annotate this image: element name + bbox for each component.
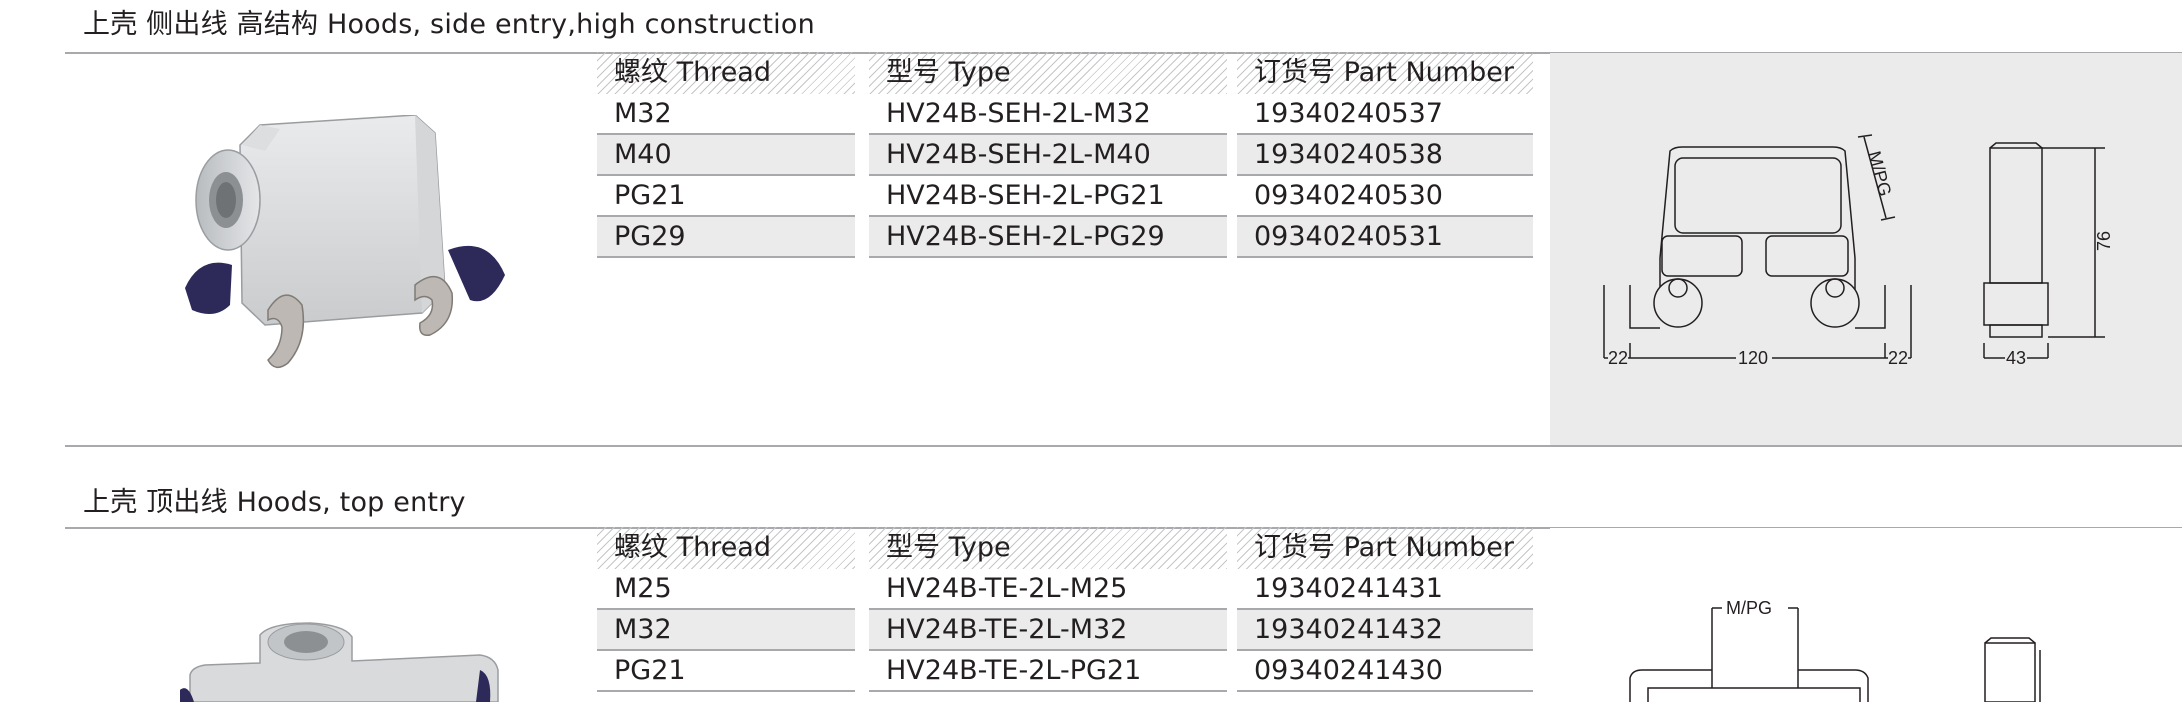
table-row-thread: PG29 [597, 217, 855, 258]
header-type: 型号 Type [869, 527, 1227, 569]
table-row-type: HV24B-TE-2L-M32 [869, 610, 1227, 651]
table-row-part-number: 19340240538 [1237, 135, 1533, 176]
header-part-number: 订货号 Part Number [1237, 527, 1533, 569]
dimension-drawing-top-entry: M/PG [1629, 598, 2041, 703]
dimension-label-left: 22 [1608, 348, 1628, 368]
table-row-thread: M40 [597, 135, 855, 176]
dimension-label-thread: M/PG [1726, 598, 1772, 618]
table-row-thread: M25 [597, 569, 855, 610]
dimension-label-width: 120 [1738, 348, 1768, 368]
header-type: 型号 Type [869, 52, 1227, 94]
section-title-side-entry: 上壳 侧出线 高结构 Hoods, side entry,high constr… [83, 9, 815, 40]
spec-table-side-entry: 螺纹 Thread 型号 Type 订货号 Part Number M32 HV… [597, 52, 1533, 262]
table-row-thread: PG21 [597, 176, 855, 217]
section-title-top-entry: 上壳 顶出线 Hoods, top entry [83, 487, 466, 518]
technical-drawing-panel: M/PG [1550, 528, 2182, 703]
table-row-thread: M32 [597, 94, 855, 135]
table-row-type: HV24B-TE-2L-M25 [869, 569, 1227, 610]
dimension-label-thread: M/PG [1864, 149, 1895, 199]
dimension-drawing-side-entry: 22 120 22 43 76 M/PG [1603, 134, 2114, 368]
table-row-thread: M32 [597, 610, 855, 651]
section-divider [65, 445, 2182, 447]
header-thread: 螺纹 Thread [597, 52, 855, 94]
table-row-part-number: 19340241432 [1237, 610, 1533, 651]
table-row-type: HV24B-TE-2L-PG21 [869, 651, 1227, 692]
hood-side-entry-photo [185, 115, 505, 369]
technical-drawing-panel: 22 120 22 43 76 M/PG [1550, 53, 2182, 445]
table-row-part-number: 09340241430 [1237, 651, 1533, 692]
hood-top-entry-photo [180, 622, 499, 702]
table-row-type: HV24B-SEH-2L-PG29 [869, 217, 1227, 258]
table-row-part-number: 19340241431 [1237, 569, 1533, 610]
table-row-type: HV24B-SEH-2L-M40 [869, 135, 1227, 176]
table-row-part-number: 19340240537 [1237, 94, 1533, 135]
table-row-type: HV24B-SEH-2L-PG21 [869, 176, 1227, 217]
dimension-label-height: 76 [2094, 231, 2114, 251]
spec-table-top-entry: 螺纹 Thread 型号 Type 订货号 Part Number M25 HV… [597, 527, 1533, 702]
table-row-part-number: 09340240530 [1237, 176, 1533, 217]
table-row-thread: PG21 [597, 651, 855, 692]
header-thread: 螺纹 Thread [597, 527, 855, 569]
table-row-part-number: 09340240531 [1237, 217, 1533, 258]
table-row-type: HV24B-SEH-2L-M32 [869, 94, 1227, 135]
dimension-label-right: 22 [1888, 348, 1908, 368]
dimension-label-depth: 43 [2006, 348, 2026, 368]
header-part-number: 订货号 Part Number [1237, 52, 1533, 94]
